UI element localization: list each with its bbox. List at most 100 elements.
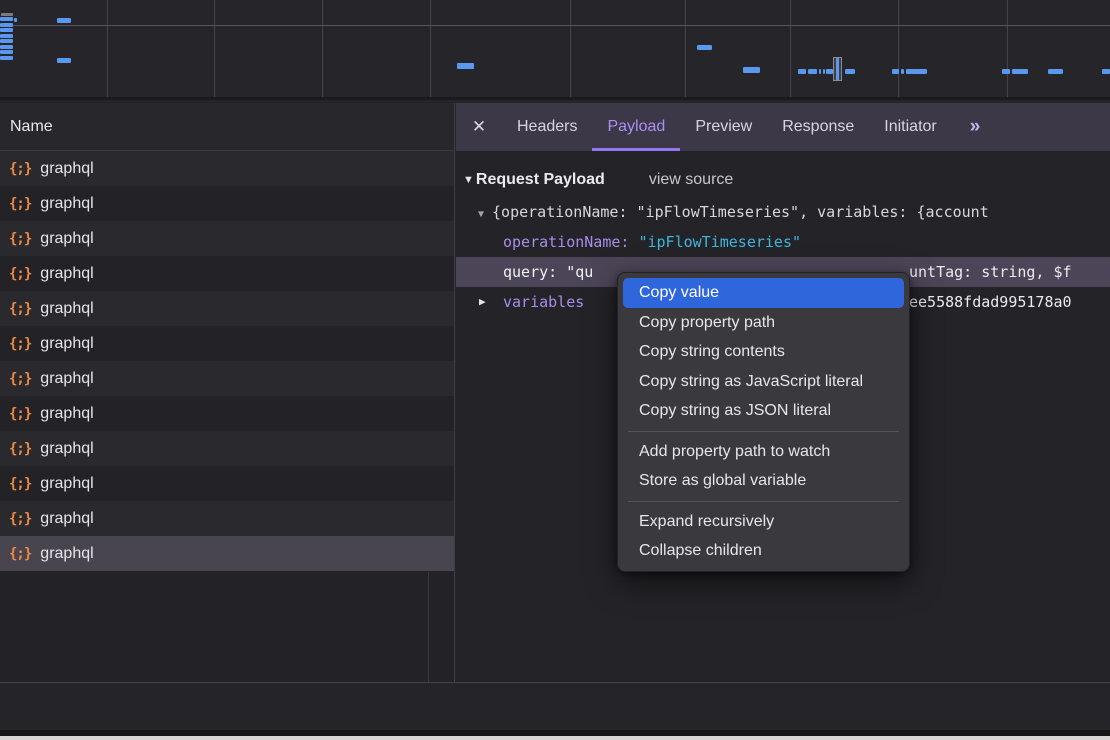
requests-panel: Name {;}graphql{;}graphql{;}graphql{;}gr… [0, 103, 455, 682]
timeline-gridline [898, 0, 899, 97]
property-value-continued: untTag: string, $f [909, 257, 1072, 287]
context-menu-item[interactable]: Copy value [623, 278, 904, 308]
request-row[interactable]: {;} graphql [0, 256, 454, 291]
context-menu-item[interactable]: Copy string contents [623, 337, 904, 367]
property-key: operationName: [503, 233, 629, 251]
section-toggle-icon[interactable]: ▼ [463, 174, 474, 186]
network-activity-bar [1002, 69, 1010, 74]
json-fetch-icon: {;} [9, 196, 31, 212]
network-activity-bar [57, 58, 71, 63]
network-activity-bar [14, 18, 17, 22]
request-row[interactable]: {;} graphql [0, 186, 454, 221]
request-payload-section-header: ▼ Request Payload view source [456, 163, 1110, 197]
request-row[interactable]: {;} graphql [0, 291, 454, 326]
network-activity-bar [0, 17, 13, 21]
json-fetch-icon: {;} [9, 161, 31, 177]
request-row[interactable]: {;} graphql [0, 326, 454, 361]
network-activity-bar [57, 18, 71, 23]
request-row[interactable]: {;} graphql [0, 361, 454, 396]
context-menu-item[interactable]: Copy property path [623, 308, 904, 338]
json-fetch-icon: {;} [9, 266, 31, 282]
context-menu-item[interactable]: Add property path to watch [623, 437, 904, 467]
request-row[interactable]: {;}graphql [0, 501, 454, 536]
request-name: graphql [40, 405, 93, 423]
network-activity-bar [0, 50, 13, 54]
column-header-name[interactable]: Name [0, 103, 454, 151]
network-activity-bar [1048, 69, 1063, 74]
timeline-gridline [570, 0, 571, 97]
timeline-gridline [685, 0, 686, 97]
request-row[interactable]: {;} graphql [0, 466, 454, 501]
property-key: variables [503, 293, 584, 311]
network-activity-bar [0, 28, 13, 32]
json-fetch-icon: {;} [9, 476, 31, 492]
context-menu-item[interactable]: Expand recursively [623, 507, 904, 537]
property-key: query: [503, 263, 557, 281]
network-activity-bar [798, 69, 806, 74]
request-row[interactable]: {;} graphql [0, 431, 454, 466]
context-menu-separator [628, 431, 899, 432]
close-icon[interactable]: ✕ [456, 103, 502, 151]
request-name: graphql [40, 545, 93, 563]
timeline-gridline [214, 0, 215, 97]
network-main-area: Name {;}graphql{;}graphql{;}graphql{;}gr… [0, 103, 1110, 682]
context-menu-item[interactable]: Store as global variable [623, 466, 904, 496]
tab-payload[interactable]: Payload [592, 103, 680, 151]
request-name: graphql [40, 440, 93, 458]
context-menu-item[interactable]: Copy string as JavaScript literal [623, 367, 904, 397]
request-row[interactable]: {;}graphql [0, 221, 454, 256]
section-title: Request Payload [476, 171, 605, 189]
context-menu-separator [628, 501, 899, 502]
column-header-name-label: Name [10, 118, 53, 136]
json-fetch-icon: {;} [9, 336, 31, 352]
network-activity-bar [845, 69, 855, 74]
timeline-gridline [1007, 0, 1008, 97]
request-name: graphql [40, 265, 93, 283]
network-activity-bar [0, 34, 13, 38]
details-tabbar: ✕ HeadersPayloadPreviewResponseInitiator… [456, 103, 1110, 151]
network-activity-bar [906, 69, 927, 74]
request-name: graphql [40, 195, 93, 213]
tab-initiator[interactable]: Initiator [869, 103, 951, 151]
context-menu: Copy valueCopy property pathCopy string … [617, 272, 910, 572]
property-value: "ipFlowTimeseries" [638, 233, 801, 251]
request-name: graphql [40, 335, 93, 353]
timeline-gridline [107, 0, 108, 97]
network-activity-bar [819, 69, 821, 74]
network-activity-bar [892, 69, 899, 74]
preview-text: {operationName: "ipFlowTimeseries", vari… [492, 203, 989, 221]
context-menu-item[interactable]: Collapse children [623, 536, 904, 566]
json-fetch-icon: {;} [9, 546, 31, 562]
context-menu-item[interactable]: Copy string as JSON literal [623, 396, 904, 426]
view-source-link[interactable]: view source [649, 171, 733, 189]
payload-preview-row[interactable]: ▼ {operationName: "ipFlowTimeseries", var… [456, 197, 1110, 227]
network-activity-bar [0, 56, 13, 60]
network-activity-bar [823, 69, 825, 74]
request-name: graphql [40, 300, 93, 318]
json-fetch-icon: {;} [9, 231, 31, 247]
network-overview-timeline[interactable] [0, 0, 1110, 100]
network-activity-bar [0, 23, 13, 27]
property-value-continued: ee5588fdad995178a0 [909, 287, 1072, 317]
network-activity-bar [1102, 69, 1110, 74]
request-row[interactable]: {;} graphql [0, 536, 454, 571]
more-tabs-icon[interactable]: » [956, 103, 993, 151]
tab-response[interactable]: Response [767, 103, 869, 151]
request-row[interactable]: {;}graphql [0, 396, 454, 431]
json-fetch-icon: {;} [9, 371, 31, 387]
timeline-gridline [790, 0, 791, 97]
network-activity-bar [808, 69, 817, 74]
json-fetch-icon: {;} [9, 301, 31, 317]
request-list: {;} graphql {;} graphql {;} graphql {;} graphql… [0, 151, 454, 571]
json-fetch-icon: {;} [9, 441, 31, 457]
tab-headers[interactable]: Headers [502, 103, 592, 151]
request-name: graphql [40, 160, 93, 178]
request-name: graphql [40, 475, 93, 493]
tab-preview[interactable]: Preview [680, 103, 767, 151]
request-name: graphql [40, 370, 93, 388]
collapse-icon[interactable]: ▼ [478, 209, 484, 220]
expand-icon[interactable]: ▶ [479, 287, 486, 317]
property-row-operationname[interactable]: operationName: "ipFlowTimeseries" [456, 227, 1110, 257]
request-row[interactable]: {;} graphql [0, 151, 454, 186]
network-activity-bar [743, 67, 760, 73]
